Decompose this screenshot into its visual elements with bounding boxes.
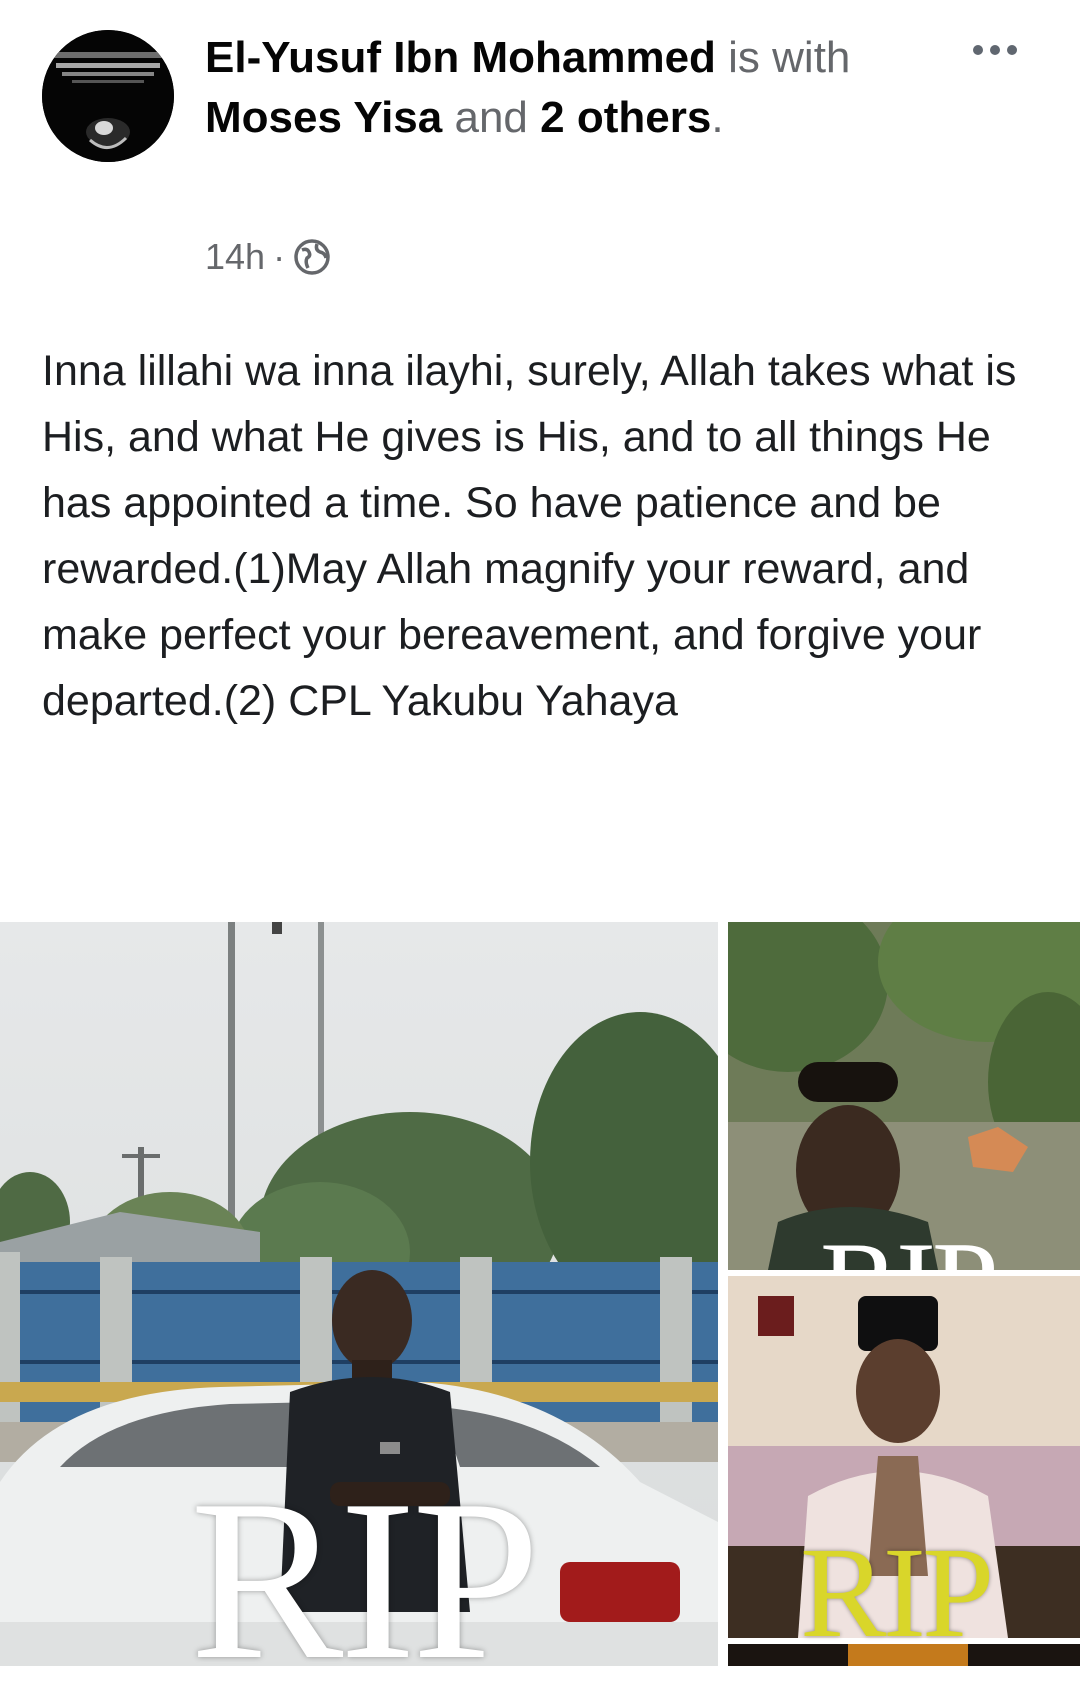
- post-title: El-Yusuf Ibn Mohammed is with Moses Yisa…: [205, 28, 905, 148]
- tagged-person[interactable]: Moses Yisa: [205, 93, 442, 142]
- post-body: Inna lillahi wa inna ilayhi, surely, All…: [42, 347, 1017, 725]
- rip-overlay-mid: RIP: [800, 1521, 994, 1665]
- author-avatar[interactable]: [42, 30, 174, 162]
- post-header: El-Yusuf Ibn Mohammed is with Moses Yisa…: [0, 0, 1080, 300]
- photo-top[interactable]: [728, 922, 1080, 1270]
- menu-dot: [973, 45, 983, 55]
- meta-separator: ·: [273, 236, 286, 277]
- others-link[interactable]: 2 others: [540, 93, 711, 142]
- rip-overlay-top: RIP: [820, 1224, 995, 1270]
- photo-bottom[interactable]: [728, 1644, 1080, 1666]
- author-name[interactable]: El-Yusuf Ibn Mohammed: [205, 33, 716, 82]
- period-text: .: [711, 93, 724, 142]
- is-with-text: is with: [715, 33, 851, 82]
- globe-icon: [293, 238, 331, 276]
- post-meta: 14h ·: [205, 232, 331, 282]
- post-time[interactable]: 14h: [205, 236, 265, 278]
- menu-dot: [1007, 45, 1017, 55]
- and-text: and: [442, 93, 541, 142]
- menu-dot: [990, 45, 1000, 55]
- rip-overlay-main: RIP: [190, 1452, 540, 1707]
- more-options-icon[interactable]: [960, 30, 1030, 70]
